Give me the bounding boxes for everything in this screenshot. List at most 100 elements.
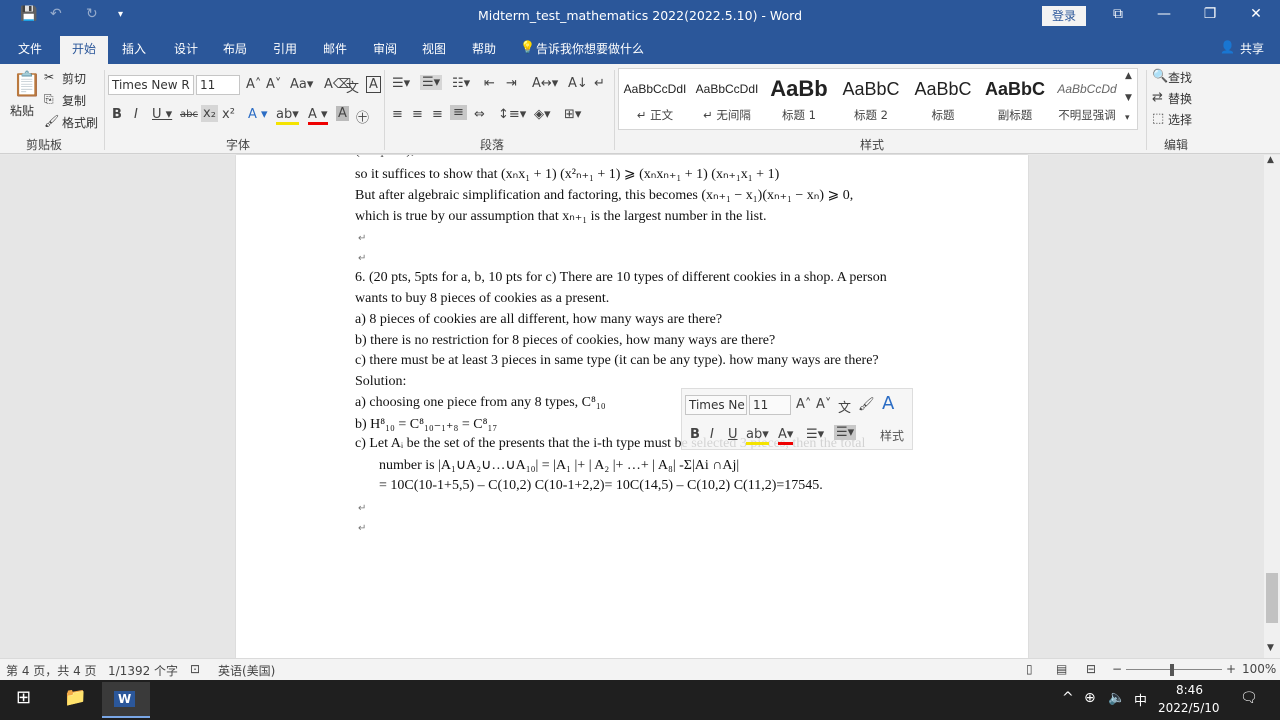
zoom-level[interactable]: 100%: [1242, 662, 1276, 676]
line-spacing-icon[interactable]: ↕≡▾: [498, 107, 526, 122]
style-heading-2[interactable]: AaBbC 标题 2: [835, 75, 907, 123]
paste-icon[interactable]: 📋: [12, 70, 42, 98]
select-button[interactable]: 选择: [1168, 111, 1192, 128]
zoom-in-icon[interactable]: +: [1226, 662, 1236, 676]
mini-numbering-icon[interactable]: ☰▾: [834, 425, 857, 440]
style-subtle-emphasis[interactable]: AaBbCcDd 不明显强调: [1051, 75, 1123, 123]
style-subtitle[interactable]: AaBbC 副标题: [979, 75, 1051, 123]
scroll-up-icon[interactable]: ▲: [1267, 155, 1274, 165]
align-left-icon[interactable]: ≡: [392, 107, 403, 122]
styles-more-icon[interactable]: ▾: [1125, 113, 1130, 123]
borders-icon[interactable]: ⊞▾: [564, 107, 581, 122]
find-button[interactable]: 查找: [1168, 69, 1192, 86]
network-icon[interactable]: ⊕: [1084, 690, 1096, 706]
mini-styles-icon[interactable]: A: [882, 393, 894, 414]
align-right-icon[interactable]: ≡: [432, 107, 443, 122]
style-heading-1[interactable]: AaBb 标题 1: [763, 75, 835, 123]
tab-layout[interactable]: 布局: [223, 40, 247, 57]
tab-review[interactable]: 审阅: [373, 40, 397, 57]
change-case-icon[interactable]: Aa▾: [290, 77, 313, 92]
chinese-layout-icon[interactable]: A↔▾: [532, 76, 558, 91]
align-center-icon[interactable]: ≡: [412, 107, 423, 122]
mini-underline-icon[interactable]: U: [728, 427, 738, 442]
mini-grow-font-icon[interactable]: A˄: [796, 397, 811, 412]
font-size-box[interactable]: 11: [196, 75, 240, 95]
read-mode-icon[interactable]: ▯: [1026, 662, 1033, 676]
tab-view[interactable]: 视图: [422, 40, 446, 57]
bold-icon[interactable]: B: [112, 107, 122, 122]
tab-home[interactable]: 开始: [60, 36, 109, 64]
mini-phonetic-icon[interactable]: 文: [838, 397, 851, 416]
multilevel-list-icon[interactable]: ☷▾: [452, 76, 470, 91]
numbering-icon[interactable]: ☰▾: [420, 75, 443, 90]
styles-up-icon[interactable]: ▲: [1125, 71, 1132, 81]
style-title[interactable]: AaBbC 标题: [907, 75, 979, 123]
char-border-icon[interactable]: A: [366, 76, 381, 93]
replace-button[interactable]: 替换: [1168, 90, 1192, 107]
tray-chevron-icon[interactable]: ^: [1062, 690, 1074, 706]
clock-time[interactable]: 8:46: [1176, 683, 1203, 697]
mini-italic-icon[interactable]: I: [710, 427, 714, 442]
ribbon-display-icon[interactable]: ⧉: [1106, 6, 1130, 22]
mini-size-box[interactable]: 11: [749, 395, 791, 415]
page-count[interactable]: 第 4 页，共 4 页: [6, 662, 97, 679]
volume-icon[interactable]: 🔈: [1108, 690, 1125, 706]
file-explorer-icon[interactable]: 📁: [64, 687, 86, 708]
zoom-slider[interactable]: [1126, 669, 1222, 670]
tab-design[interactable]: 设计: [174, 40, 198, 57]
mini-highlight-icon[interactable]: ab▾: [746, 427, 769, 445]
justify-icon[interactable]: ≡: [450, 105, 467, 120]
font-name-box[interactable]: Times New R: [108, 75, 194, 95]
style-normal[interactable]: AaBbCcDdI ↵ 正文: [619, 75, 691, 123]
minimize-button[interactable]: —: [1152, 6, 1176, 22]
italic-icon[interactable]: I: [134, 107, 138, 122]
windows-start-icon[interactable]: ⊞: [16, 687, 31, 708]
mini-bullets-icon[interactable]: ☰▾: [806, 427, 824, 442]
decrease-indent-icon[interactable]: ⇤: [484, 76, 495, 91]
login-button[interactable]: 登录: [1042, 6, 1086, 26]
mini-shrink-font-icon[interactable]: A˅: [816, 397, 831, 412]
shading-icon[interactable]: ◈▾: [534, 107, 551, 122]
highlight-icon[interactable]: ab▾: [276, 107, 299, 125]
zoom-out-icon[interactable]: −: [1112, 662, 1122, 676]
share-icon[interactable]: 👤: [1220, 40, 1235, 54]
bullets-icon[interactable]: ☰▾: [392, 76, 410, 91]
superscript-icon[interactable]: x²: [222, 107, 235, 122]
tab-insert[interactable]: 插入: [122, 40, 146, 57]
vertical-scrollbar[interactable]: ▲ ▼: [1264, 155, 1280, 658]
close-button[interactable]: ✕: [1244, 6, 1268, 22]
language[interactable]: 英语(美国): [218, 662, 275, 679]
word-count[interactable]: 1/1392 个字: [108, 662, 178, 679]
scroll-down-icon[interactable]: ▼: [1267, 643, 1274, 653]
char-shading-icon[interactable]: A: [336, 106, 349, 121]
web-layout-icon[interactable]: ⊟: [1086, 662, 1096, 676]
strikethrough-icon[interactable]: abc: [180, 109, 198, 120]
sort-icon[interactable]: A↓: [568, 76, 588, 91]
mini-font-color-icon[interactable]: A▾: [778, 427, 794, 445]
print-layout-icon[interactable]: ▤: [1056, 662, 1067, 676]
show-marks-icon[interactable]: ↵: [594, 76, 605, 91]
zoom-slider-thumb[interactable]: [1170, 664, 1174, 676]
tab-mailings[interactable]: 邮件: [323, 40, 347, 57]
tab-file[interactable]: 文件: [18, 40, 42, 57]
mini-bold-icon[interactable]: B: [690, 427, 700, 442]
enclose-char-icon[interactable]: ㊉: [356, 107, 369, 126]
font-color-icon[interactable]: A ▾: [308, 107, 328, 125]
phonetic-guide-icon[interactable]: 文: [346, 77, 359, 96]
maximize-button[interactable]: ❐: [1198, 6, 1222, 22]
style-no-spacing[interactable]: AaBbCcDdI ↵ 无间隔: [691, 75, 763, 123]
notifications-icon[interactable]: 🗨: [1240, 690, 1258, 706]
tab-references[interactable]: 引用: [273, 40, 297, 57]
copy-button[interactable]: 复制: [62, 92, 86, 109]
share-button[interactable]: 共享: [1240, 40, 1264, 57]
grow-font-icon[interactable]: A˄: [246, 77, 261, 92]
clock-date[interactable]: 2022/5/10: [1158, 701, 1220, 715]
tell-me-box[interactable]: 告诉我你想要做什么: [536, 40, 644, 57]
mini-styles-label[interactable]: 样式: [880, 427, 904, 444]
styles-down-icon[interactable]: ▼: [1125, 93, 1132, 103]
increase-indent-icon[interactable]: ⇥: [506, 76, 517, 91]
tab-help[interactable]: 帮助: [472, 40, 496, 57]
mini-format-painter-icon[interactable]: 🖌: [858, 397, 875, 412]
text-effects-icon[interactable]: A ▾: [248, 107, 268, 122]
cut-button[interactable]: 剪切: [62, 70, 86, 87]
